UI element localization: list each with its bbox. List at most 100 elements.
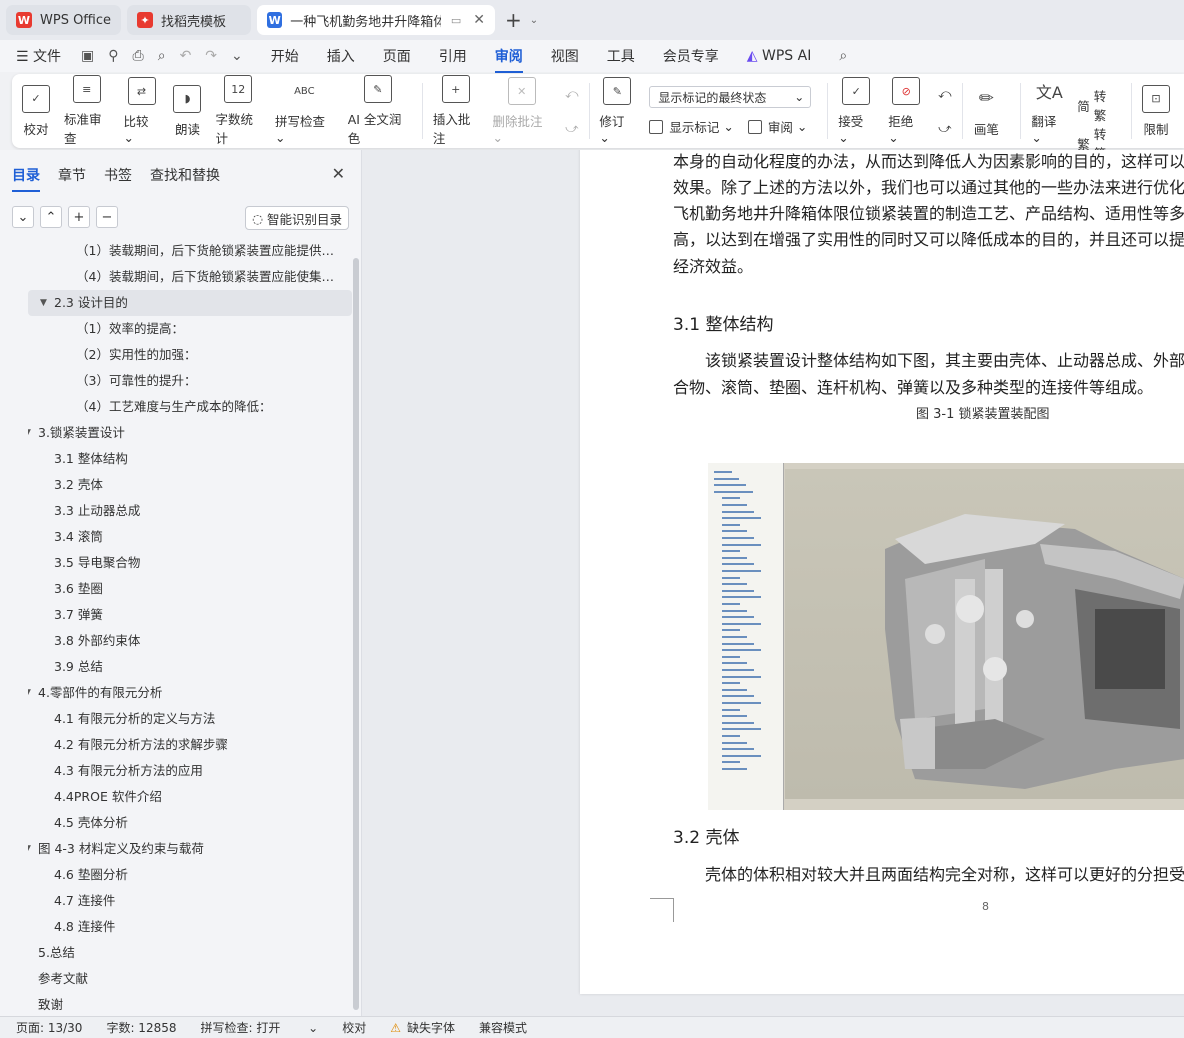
menu-tools[interactable]: 工具 bbox=[607, 46, 635, 66]
read-aloud-button[interactable]: ◗ 朗读 bbox=[173, 84, 202, 138]
to-traditional-button[interactable]: 简转繁 bbox=[1077, 86, 1115, 124]
monitor-icon[interactable]: ▭ bbox=[451, 14, 461, 27]
expand-arrow-icon[interactable]: ▼ bbox=[28, 680, 31, 706]
toc-item[interactable]: 4.8 连接件 bbox=[28, 914, 352, 940]
word-count-button[interactable]: 12 字数统计 bbox=[215, 75, 261, 147]
new-tab-icon[interactable]: + bbox=[505, 8, 522, 32]
next-revision-icon[interactable]: ⤻ bbox=[938, 120, 951, 136]
toc-item[interactable]: 5.总结 bbox=[28, 940, 352, 966]
delete-comment-button[interactable]: ✕ 删除批注 ⌄ bbox=[492, 77, 551, 145]
revise-button[interactable]: ✎ 修订 ⌄ bbox=[599, 77, 635, 145]
redo-icon[interactable]: ↷ bbox=[205, 48, 217, 64]
review-pane-button[interactable]: 审阅 ⌄ bbox=[747, 117, 807, 136]
compare-button[interactable]: ⇄ 比较 ⌄ bbox=[124, 77, 160, 145]
expand-arrow-icon[interactable]: ▼ bbox=[28, 836, 31, 862]
toc-item[interactable]: （3）可靠性的提升： bbox=[28, 368, 352, 394]
toc-item[interactable]: （4）装载期间，后下货舱锁紧装置应能使集装器… bbox=[28, 264, 352, 290]
close-panel-icon[interactable]: ✕ bbox=[332, 164, 345, 183]
previous-comment-icon[interactable]: ⤺ bbox=[565, 86, 578, 102]
spell-check-indicator[interactable]: 拼写检查: 打开 ⌄ bbox=[201, 1019, 319, 1036]
expand-arrow-icon[interactable]: ▼ bbox=[40, 290, 47, 316]
expand-arrow-icon[interactable]: ▼ bbox=[28, 420, 31, 446]
toc-item[interactable]: （1）效率的提高： bbox=[28, 316, 352, 342]
menu-reference[interactable]: 引用 bbox=[439, 46, 467, 66]
ai-polish-button[interactable]: ✎ AI 全文润色 bbox=[348, 75, 408, 147]
toc-item[interactable]: 3.9 总结 bbox=[28, 654, 352, 680]
toc-item[interactable]: ▼ 4.零部件的有限元分析 bbox=[28, 680, 352, 706]
proofread-indicator[interactable]: 校对 bbox=[342, 1019, 366, 1036]
menu-review[interactable]: 审阅 bbox=[494, 46, 523, 73]
page-indicator[interactable]: 页面: 13/30 bbox=[16, 1019, 82, 1036]
toc-item[interactable]: 4.5 壳体分析 bbox=[28, 810, 352, 836]
menu-insert[interactable]: 插入 bbox=[327, 46, 355, 66]
expand-down-icon[interactable]: ⌄ bbox=[12, 206, 34, 228]
pen-button[interactable]: ✏ 画笔 bbox=[972, 85, 1000, 138]
collapse-up-icon[interactable]: ⌃ bbox=[40, 206, 62, 228]
document-page[interactable]: 本身的自动化程度的办法，从而达到降低人为因素影响的目的，这样可以 效果。除了上述… bbox=[580, 150, 1184, 994]
proofread-button[interactable]: ✓ 校对 bbox=[22, 84, 50, 138]
spell-check-button[interactable]: ABC 拼写检查 ⌄ bbox=[275, 77, 334, 146]
toc-item[interactable]: 3.3 止动器总成 bbox=[28, 498, 352, 524]
restrict-button[interactable]: ⊡ 限制 bbox=[1141, 84, 1170, 138]
toc-item[interactable]: （4）工艺难度与生产成本的降低： bbox=[28, 394, 352, 420]
menu-page[interactable]: 页面 bbox=[383, 46, 411, 66]
add-heading-icon[interactable]: + bbox=[68, 206, 90, 228]
toc-item[interactable]: ▼ 图 4-3 材料定义及约束与载荷 bbox=[28, 836, 352, 862]
menu-start[interactable]: 开始 bbox=[271, 46, 299, 66]
missing-font-indicator[interactable]: 缺失字体 bbox=[407, 1019, 455, 1036]
previous-revision-icon[interactable]: ⤺ bbox=[938, 86, 951, 102]
toc-item[interactable]: 4.4PROE 软件介绍 bbox=[28, 784, 352, 810]
accept-button[interactable]: ✓ 接受 ⌄ bbox=[838, 77, 874, 145]
toc-item[interactable]: 3.1 整体结构 bbox=[28, 446, 352, 472]
menu-file[interactable]: ☰ 文件 bbox=[16, 46, 61, 66]
toc-item[interactable]: 3.4 滚筒 bbox=[28, 524, 352, 550]
toc-item[interactable]: 3.7 弹簧 bbox=[28, 602, 352, 628]
menu-wps-ai[interactable]: ◭ WPS AI bbox=[747, 48, 812, 64]
tab-current-document[interactable]: W 一种飞机勤务地井升降箱体限 ▭ ✕ bbox=[257, 5, 496, 35]
share-icon[interactable]: ⚲ bbox=[108, 48, 118, 64]
tab-list-chevron-icon[interactable]: ⌄ bbox=[530, 15, 538, 26]
toc-item[interactable]: 3.6 垫圈 bbox=[28, 576, 352, 602]
toc-item[interactable]: ▼ 2.3 设计目的 bbox=[28, 290, 352, 316]
close-tab-icon[interactable]: ✕ bbox=[473, 12, 485, 28]
print-preview-icon[interactable]: ⌕ bbox=[158, 48, 166, 64]
remove-heading-icon[interactable]: − bbox=[96, 206, 118, 228]
tab-chapters[interactable]: 章节 bbox=[58, 165, 86, 185]
toc-item[interactable]: 3.8 外部约束体 bbox=[28, 628, 352, 654]
tab-wps-office[interactable]: W WPS Office bbox=[6, 5, 122, 35]
toc-item[interactable]: （2）实用性的加强： bbox=[28, 342, 352, 368]
menu-view[interactable]: 视图 bbox=[551, 46, 579, 66]
toc-item[interactable]: 参考文献 bbox=[28, 966, 352, 992]
display-mode-select[interactable]: 显示标记的最终状态 ⌄ bbox=[649, 86, 812, 108]
tab-templates[interactable]: ✦ 找稻壳模板 bbox=[127, 5, 252, 35]
translate-button[interactable]: 文A 翻译 ⌄ bbox=[1031, 77, 1067, 145]
toc-item[interactable]: 4.6 垫圈分析 bbox=[28, 862, 352, 888]
insert-comment-button[interactable]: + 插入批注 bbox=[433, 75, 479, 147]
undo-icon[interactable]: ↶ bbox=[180, 48, 192, 64]
tab-toc[interactable]: 目录 bbox=[12, 165, 40, 192]
toc-item[interactable]: （1）装载期间，后下货舱锁紧装置应能提供末端… bbox=[28, 238, 352, 264]
toc-item[interactable]: 4.7 连接件 bbox=[28, 888, 352, 914]
toc-item[interactable]: 3.5 导电聚合物 bbox=[28, 550, 352, 576]
toc-item[interactable]: 3.2 壳体 bbox=[28, 472, 352, 498]
assembly-figure-image[interactable] bbox=[708, 463, 1184, 810]
toc-item[interactable]: ▼ 3.锁紧装置设计 bbox=[28, 420, 352, 446]
reject-button[interactable]: ⊘ 拒绝 ⌄ bbox=[888, 77, 924, 145]
standard-review-button[interactable]: ≡ 标准审查 bbox=[64, 75, 110, 147]
search-icon[interactable]: ⌕ bbox=[839, 48, 847, 64]
smart-toc-button[interactable]: ◌ 智能识别目录 bbox=[245, 206, 349, 230]
menu-member[interactable]: 会员专享 bbox=[663, 46, 719, 66]
toc-scrollbar[interactable] bbox=[353, 258, 359, 1010]
more-chevron-icon[interactable]: ⌄ bbox=[231, 48, 243, 64]
toc-item[interactable]: 4.3 有限元分析方法的应用 bbox=[28, 758, 352, 784]
show-marks-button[interactable]: 显示标记 ⌄ bbox=[649, 117, 734, 136]
word-count-indicator[interactable]: 字数: 12858 bbox=[106, 1019, 176, 1036]
tab-bookmarks[interactable]: 书签 bbox=[104, 165, 132, 185]
print-icon[interactable]: ⎙ bbox=[133, 48, 144, 64]
toc-item[interactable]: 4.1 有限元分析的定义与方法 bbox=[28, 706, 352, 732]
tab-find-replace[interactable]: 查找和替换 bbox=[150, 165, 220, 185]
toc-item[interactable]: 4.2 有限元分析方法的求解步骤 bbox=[28, 732, 352, 758]
toc-item[interactable]: 致谢 bbox=[28, 992, 352, 1012]
save-icon[interactable]: ▣ bbox=[81, 48, 94, 64]
next-comment-icon[interactable]: ⤻ bbox=[565, 120, 578, 136]
